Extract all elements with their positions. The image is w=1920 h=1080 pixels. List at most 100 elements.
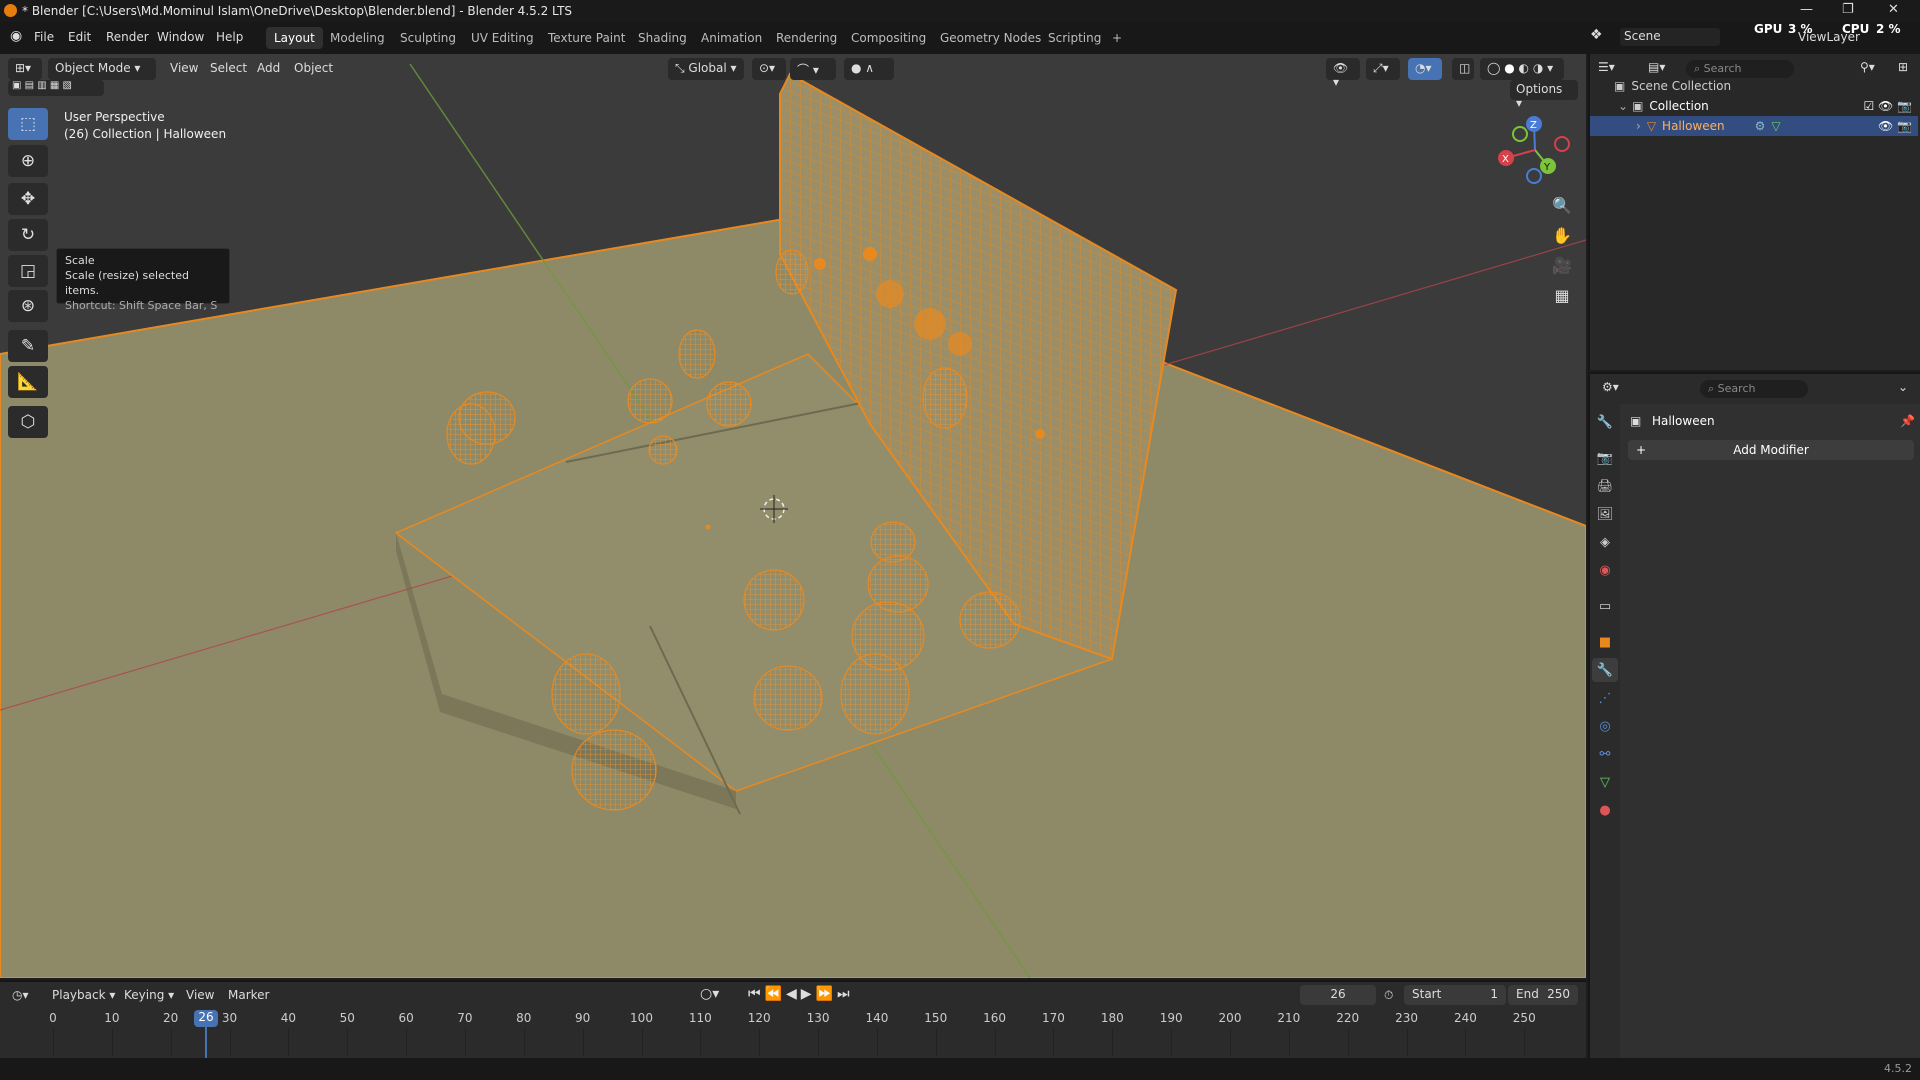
- visibility-button[interactable]: 👁▾: [1326, 58, 1360, 89]
- menu-select[interactable]: Select: [210, 61, 247, 75]
- properties-editor-type-icon[interactable]: ⚙▾: [1602, 380, 1619, 394]
- menu-marker[interactable]: Marker: [228, 988, 269, 1002]
- tool-tab-icon[interactable]: 🔧: [1592, 410, 1618, 434]
- tab-layout[interactable]: Layout: [266, 27, 323, 49]
- auto-keying-icon[interactable]: ○▾: [700, 986, 719, 1002]
- shading-mode-buttons[interactable]: ◯ ● ◐ ◑ ▾: [1480, 58, 1564, 80]
- plus-icon: +: [1636, 443, 1647, 457]
- output-tab-icon[interactable]: 🖨: [1592, 474, 1618, 498]
- menu-playback[interactable]: Playback ▾: [52, 988, 115, 1002]
- menu-object[interactable]: Object: [294, 61, 333, 75]
- tab-sculpting[interactable]: Sculpting: [392, 27, 464, 49]
- add-modifier-button[interactable]: + Add Modifier: [1628, 440, 1914, 460]
- menu-edit[interactable]: Edit: [68, 30, 91, 44]
- menu-view[interactable]: View: [170, 61, 198, 75]
- scale-tool[interactable]: ◲: [8, 255, 48, 287]
- add-cube-tool[interactable]: ⬡: [8, 406, 48, 438]
- pan-hand-icon[interactable]: ✋: [1548, 222, 1576, 248]
- timeline-menu-view[interactable]: View: [186, 988, 214, 1002]
- properties-object-name: Halloween: [1652, 414, 1715, 428]
- pin-icon[interactable]: 📌: [1900, 414, 1915, 428]
- tab-geometry-nodes[interactable]: Geometry Nodes: [932, 27, 1049, 49]
- xray-toggle-button[interactable]: ◫: [1452, 58, 1474, 80]
- mesh-data-tab-icon[interactable]: ▽: [1592, 770, 1618, 794]
- pivot-point-button[interactable]: ⊙▾: [752, 58, 786, 80]
- physics-tab-icon[interactable]: ◎: [1592, 714, 1618, 738]
- menu-keying[interactable]: Keying ▾: [124, 988, 174, 1002]
- expand-collection-icon[interactable]: ⌄: [1618, 99, 1628, 113]
- options-button[interactable]: Options ▾: [1510, 80, 1578, 110]
- snap-button[interactable]: ⌒ ▾: [790, 58, 836, 80]
- cursor-tool[interactable]: ⊕: [8, 145, 48, 177]
- display-mode-icon[interactable]: ▤▾: [1648, 60, 1665, 74]
- tab-scripting[interactable]: Scripting: [1040, 27, 1109, 49]
- add-workspace-button[interactable]: +: [1104, 27, 1130, 49]
- end-frame-field[interactable]: End 250: [1508, 985, 1578, 1005]
- view-layer-tab-icon[interactable]: 🖼: [1592, 502, 1618, 526]
- zoom-icon[interactable]: 🔍: [1548, 192, 1576, 218]
- menu-help[interactable]: Help: [216, 30, 243, 44]
- playhead-frame-label[interactable]: 26: [194, 1010, 218, 1027]
- tab-uv-editing[interactable]: UV Editing: [463, 27, 542, 49]
- object-toggles[interactable]: 👁 📷: [1878, 119, 1912, 133]
- scene-selector[interactable]: Scene: [1620, 28, 1720, 46]
- rotate-tool[interactable]: ↻: [8, 219, 48, 251]
- move-tool[interactable]: ✥: [8, 183, 48, 215]
- new-collection-icon[interactable]: ⊞: [1898, 60, 1908, 74]
- tab-rendering[interactable]: Rendering: [768, 27, 845, 49]
- tab-compositing[interactable]: Compositing: [843, 27, 934, 49]
- playback-controls[interactable]: ⏮⏪◀▶⏩⏭: [748, 986, 854, 1002]
- properties-options-icon[interactable]: ⌄: [1898, 380, 1908, 394]
- tab-animation[interactable]: Animation: [693, 27, 770, 49]
- blender-menu-icon[interactable]: ◉: [10, 28, 22, 44]
- mode-selector[interactable]: Object Mode ▾: [48, 58, 156, 80]
- close-icon[interactable]: ✕: [1888, 2, 1899, 17]
- camera-view-icon[interactable]: 🎥: [1548, 252, 1576, 278]
- restore-icon[interactable]: ❐: [1842, 2, 1854, 17]
- menu-add[interactable]: Add: [257, 61, 280, 75]
- gpu-label: GPU: [1754, 22, 1783, 36]
- scene-tab-icon[interactable]: ◈: [1592, 530, 1618, 554]
- tab-shading[interactable]: Shading: [630, 27, 695, 49]
- tab-texture-paint[interactable]: Texture Paint: [540, 27, 633, 49]
- timeline-editor-type-icon[interactable]: ◷▾: [12, 988, 29, 1002]
- object-tab-icon[interactable]: ■: [1592, 630, 1618, 654]
- current-frame-field[interactable]: 26: [1300, 985, 1376, 1005]
- particles-tab-icon[interactable]: ⋰: [1592, 686, 1618, 710]
- annotate-tool[interactable]: ✎: [8, 330, 48, 362]
- grid-view-icon[interactable]: ▦: [1548, 282, 1576, 308]
- viewport-3d[interactable]: [0, 54, 1586, 978]
- minimize-icon[interactable]: —: [1800, 2, 1813, 17]
- filter-icon[interactable]: ⚲▾: [1860, 60, 1875, 74]
- selection-mode-buttons[interactable]: ▣ ▤ ▥ ▦ ▧: [8, 80, 104, 96]
- outliner-row-halloween[interactable]: › ▽ Halloween ⚙ ▽ 👁 📷: [1590, 116, 1918, 136]
- preview-range-icon[interactable]: ⏱: [1384, 988, 1393, 1003]
- outliner-row-scene-collection[interactable]: ▣ Scene Collection: [1590, 76, 1918, 96]
- expand-object-icon[interactable]: ›: [1636, 119, 1641, 133]
- world-tab-icon[interactable]: ◉: [1592, 558, 1618, 582]
- menu-file[interactable]: File: [34, 30, 54, 44]
- material-tab-icon[interactable]: ●: [1592, 798, 1618, 822]
- modifiers-tab-icon[interactable]: 🔧: [1592, 658, 1618, 682]
- menu-window[interactable]: Window: [157, 30, 204, 44]
- collection-tab-icon[interactable]: ▭: [1592, 594, 1618, 618]
- outliner-row-collection[interactable]: ⌄ ▣ Collection ☑ 👁 📷: [1590, 96, 1918, 116]
- editor-type-button[interactable]: ⊞▾: [8, 58, 42, 80]
- properties-search-input[interactable]: ⌕ Search: [1700, 380, 1808, 398]
- navigation-gizmo[interactable]: Z Y X: [1490, 110, 1580, 190]
- outliner-editor-type-icon[interactable]: ☰▾: [1598, 60, 1615, 74]
- start-frame-field[interactable]: Start 1: [1404, 985, 1506, 1005]
- proportional-editing-button[interactable]: ● ∧: [844, 58, 894, 80]
- render-tab-icon[interactable]: 📷: [1592, 446, 1618, 470]
- select-box-tool[interactable]: ⬚: [8, 108, 48, 140]
- view-layer-selector[interactable]: ViewLayer: [1798, 30, 1860, 44]
- menu-render[interactable]: Render: [106, 30, 149, 44]
- transform-orientation-selector[interactable]: ⤡ Global ▾: [668, 58, 744, 80]
- overlay-toggle-button[interactable]: ◔▾: [1408, 58, 1442, 80]
- gizmo-toggle-button[interactable]: ⤢▾: [1366, 58, 1400, 80]
- collection-toggles[interactable]: ☑ 👁 📷: [1863, 99, 1912, 113]
- measure-tool[interactable]: 📐: [8, 366, 48, 398]
- tab-modeling[interactable]: Modeling: [322, 27, 393, 49]
- transform-tool[interactable]: ⊛: [8, 290, 48, 322]
- constraints-tab-icon[interactable]: ⚯: [1592, 742, 1618, 766]
